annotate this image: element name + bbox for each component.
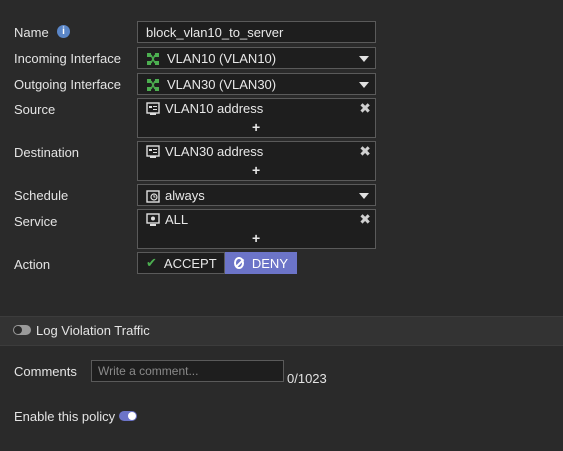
incoming-interface-value: VLAN10 (VLAN10) — [167, 51, 277, 66]
comment-char-counter: 0/1023 — [287, 371, 327, 386]
enable-policy-toggle[interactable] — [119, 411, 137, 421]
deny-button[interactable]: DENY — [225, 252, 297, 274]
network-interface-icon — [147, 53, 159, 65]
action-toggle-group: ✔ ACCEPT DENY — [137, 252, 297, 274]
name-input[interactable]: block_vlan10_to_server — [137, 21, 376, 43]
chevron-down-icon — [359, 193, 369, 199]
remove-icon[interactable]: ✖ — [359, 100, 371, 117]
deny-icon — [234, 257, 244, 269]
network-interface-icon — [147, 79, 159, 91]
remove-icon[interactable]: ✖ — [359, 143, 371, 160]
accept-button[interactable]: ✔ ACCEPT — [137, 252, 225, 274]
schedule-value: always — [165, 188, 205, 203]
enable-policy-label: Enable this policy — [14, 409, 116, 424]
source-value: VLAN10 address — [165, 101, 264, 116]
source-field[interactable]: VLAN10 address ✖ + — [137, 98, 376, 138]
source-label: Source — [14, 102, 56, 117]
incoming-interface-label: Incoming Interface — [14, 51, 121, 66]
destination-value: VLAN30 address — [165, 144, 264, 159]
outgoing-interface-select[interactable]: VLAN30 (VLAN30) — [137, 73, 376, 95]
log-violation-section: Log Violation Traffic — [0, 316, 563, 346]
add-icon[interactable]: + — [252, 119, 260, 135]
address-object-icon — [146, 145, 160, 158]
service-icon — [146, 213, 160, 226]
deny-label: DENY — [251, 255, 288, 271]
accept-label: ACCEPT — [163, 255, 217, 271]
schedule-icon — [146, 190, 160, 203]
info-icon[interactable]: i — [57, 25, 70, 38]
add-icon[interactable]: + — [252, 162, 260, 178]
outgoing-interface-label: Outgoing Interface — [14, 77, 121, 92]
comments-label: Comments — [14, 364, 77, 379]
chevron-down-icon — [359, 82, 369, 88]
destination-label: Destination — [14, 145, 80, 160]
incoming-interface-select[interactable]: VLAN10 (VLAN10) — [137, 47, 376, 69]
schedule-label: Schedule — [14, 188, 69, 203]
destination-field[interactable]: VLAN30 address ✖ + — [137, 141, 376, 181]
log-violation-toggle[interactable] — [13, 325, 31, 335]
check-icon: ✔ — [146, 255, 157, 270]
address-object-icon — [146, 102, 160, 115]
add-icon[interactable]: + — [252, 230, 260, 246]
chevron-down-icon — [359, 56, 369, 62]
log-violation-label: Log Violation Traffic — [36, 323, 150, 338]
name-label: Name — [14, 25, 49, 40]
service-field[interactable]: ALL ✖ + — [137, 209, 376, 249]
comments-input[interactable] — [91, 360, 284, 382]
action-label: Action — [14, 257, 51, 272]
remove-icon[interactable]: ✖ — [359, 211, 371, 228]
outgoing-interface-value: VLAN30 (VLAN30) — [167, 77, 277, 92]
service-label: Service — [14, 214, 58, 229]
service-value: ALL — [165, 212, 189, 227]
schedule-select[interactable]: always — [137, 184, 376, 206]
name-value: block_vlan10_to_server — [146, 25, 284, 40]
